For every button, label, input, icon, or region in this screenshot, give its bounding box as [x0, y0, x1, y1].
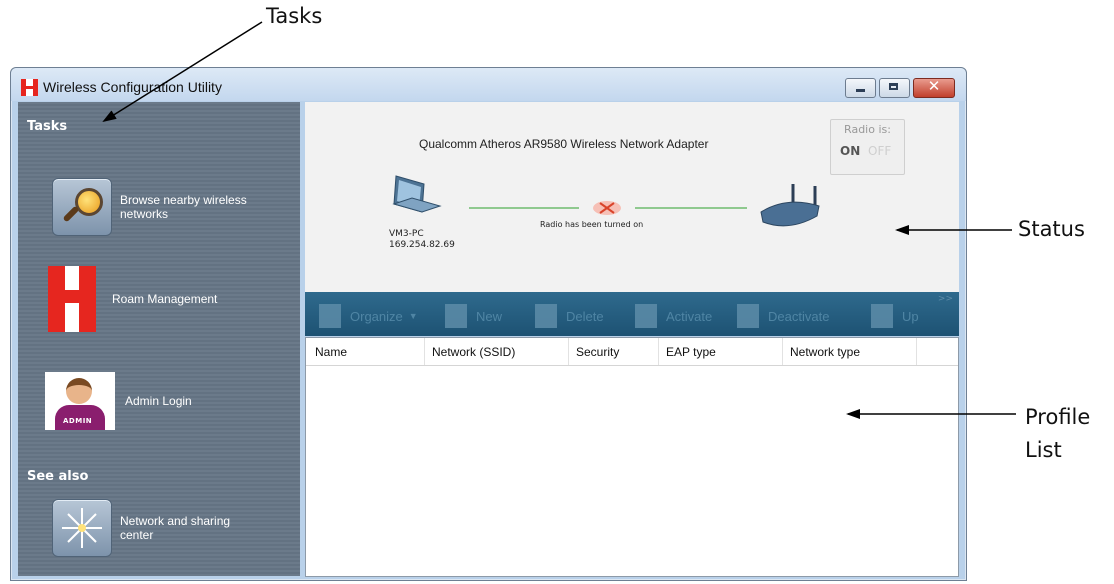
- new-button[interactable]: New: [445, 304, 502, 328]
- admin-icon-text: ADMIN: [63, 417, 93, 425]
- organize-button[interactable]: Organize ▼: [319, 304, 418, 328]
- see-also-heading: See also: [27, 469, 89, 484]
- radio-toggle[interactable]: Radio is: ON OFF: [830, 119, 905, 175]
- delete-button[interactable]: Delete: [535, 304, 604, 328]
- window-title: Wireless Configuration Utility: [43, 79, 222, 95]
- column-header-eap-type[interactable]: EAP type: [666, 345, 716, 359]
- admin-avatar-icon: ADMIN: [45, 372, 115, 430]
- toolbar-expand-button[interactable]: >>: [938, 294, 953, 304]
- delete-label: Delete: [566, 308, 604, 324]
- activate-label: Activate: [666, 308, 713, 324]
- up-arrow-icon: [871, 304, 893, 328]
- network-sharing-label: Network and sharing center: [120, 514, 230, 542]
- column-header-network-type[interactable]: Network type: [790, 345, 860, 359]
- deactivate-icon: [737, 304, 759, 328]
- organize-icon: [319, 304, 341, 328]
- minimize-icon: [856, 89, 865, 92]
- status-panel: Qualcomm Atheros AR9580 Wireless Network…: [305, 102, 959, 292]
- connection-line: [469, 201, 747, 215]
- sidebar-item-network-sharing[interactable]: Network and sharing center: [52, 499, 230, 557]
- radio-title: Radio is:: [844, 123, 891, 136]
- close-icon: ✕: [927, 77, 941, 95]
- radio-on-label: ON: [840, 144, 861, 158]
- roam-management-label: Roam Management: [112, 292, 218, 306]
- tasks-callout: Tasks: [266, 4, 323, 28]
- minimize-button[interactable]: [845, 78, 876, 98]
- maximize-icon: [889, 83, 898, 90]
- delete-icon: [535, 304, 557, 328]
- new-profile-icon: [445, 304, 467, 328]
- magnifier-icon: [52, 178, 112, 236]
- radio-off-label: OFF: [868, 144, 892, 158]
- title-bar[interactable]: Wireless Configuration Utility ✕: [11, 68, 966, 101]
- profile-callout-line2: List: [1025, 438, 1062, 462]
- new-label: New: [476, 308, 503, 324]
- adapter-name: Qualcomm Atheros AR9580 Wireless Network…: [419, 137, 709, 151]
- admin-login-label: Admin Login: [125, 394, 192, 408]
- profile-list-header: Name Network (SSID) Security EAP type Ne…: [306, 338, 958, 366]
- app-window: Wireless Configuration Utility ✕ Tasks B…: [10, 67, 967, 581]
- column-header-name[interactable]: Name: [315, 345, 347, 359]
- radio-status-message: Radio has been turned on: [540, 220, 644, 229]
- column-header-ssid[interactable]: Network (SSID): [432, 345, 515, 359]
- sidebar-item-browse-networks[interactable]: Browse nearby wireless networks: [52, 178, 247, 236]
- browse-networks-label: Browse nearby wireless networks: [120, 193, 247, 221]
- deactivate-label: Deactivate: [768, 308, 830, 324]
- network-label-line1: Network and sharing: [120, 514, 231, 528]
- sidebar-item-roam-management[interactable]: Roam Management: [48, 266, 217, 332]
- maximize-button[interactable]: [879, 78, 910, 98]
- tasks-sidebar: Tasks Browse nearby wireless networks Ro…: [18, 102, 300, 576]
- sidebar-item-admin-login[interactable]: ADMIN Admin Login: [45, 372, 192, 430]
- honeywell-logo-icon: [48, 266, 96, 332]
- organize-label: Organize: [350, 308, 403, 324]
- laptop-icon: [392, 175, 442, 213]
- network-label-line2: center: [120, 528, 154, 542]
- profile-callout-line1: Profile: [1025, 405, 1091, 429]
- up-label: Up: [902, 308, 919, 324]
- tasks-heading: Tasks: [27, 119, 68, 134]
- pc-ip: 169.254.82.69: [389, 240, 455, 250]
- pc-info: VM3-PC 169.254.82.69: [389, 229, 455, 251]
- close-button[interactable]: ✕: [913, 77, 955, 98]
- deactivate-button[interactable]: Deactivate: [737, 304, 829, 328]
- pc-name: VM3-PC: [389, 229, 424, 239]
- browse-label-line2: networks: [120, 207, 169, 221]
- router-icon: [760, 184, 820, 227]
- up-button[interactable]: Up: [871, 304, 919, 328]
- chevron-down-icon: ▼: [408, 311, 418, 321]
- network-star-icon: [52, 499, 112, 557]
- activate-icon: [635, 304, 657, 328]
- activate-button[interactable]: Activate: [635, 304, 712, 328]
- browse-label-line1: Browse nearby wireless: [120, 193, 247, 207]
- profile-list[interactable]: Name Network (SSID) Security EAP type Ne…: [305, 337, 959, 577]
- status-callout: Status: [1018, 217, 1085, 241]
- profile-toolbar: Organize ▼ New Delete Activate Deactivat…: [305, 292, 959, 336]
- app-logo-icon: [21, 79, 38, 96]
- profile-list-callout: Profile List: [1025, 401, 1090, 467]
- window-controls: ✕: [845, 77, 955, 98]
- column-header-security[interactable]: Security: [576, 345, 619, 359]
